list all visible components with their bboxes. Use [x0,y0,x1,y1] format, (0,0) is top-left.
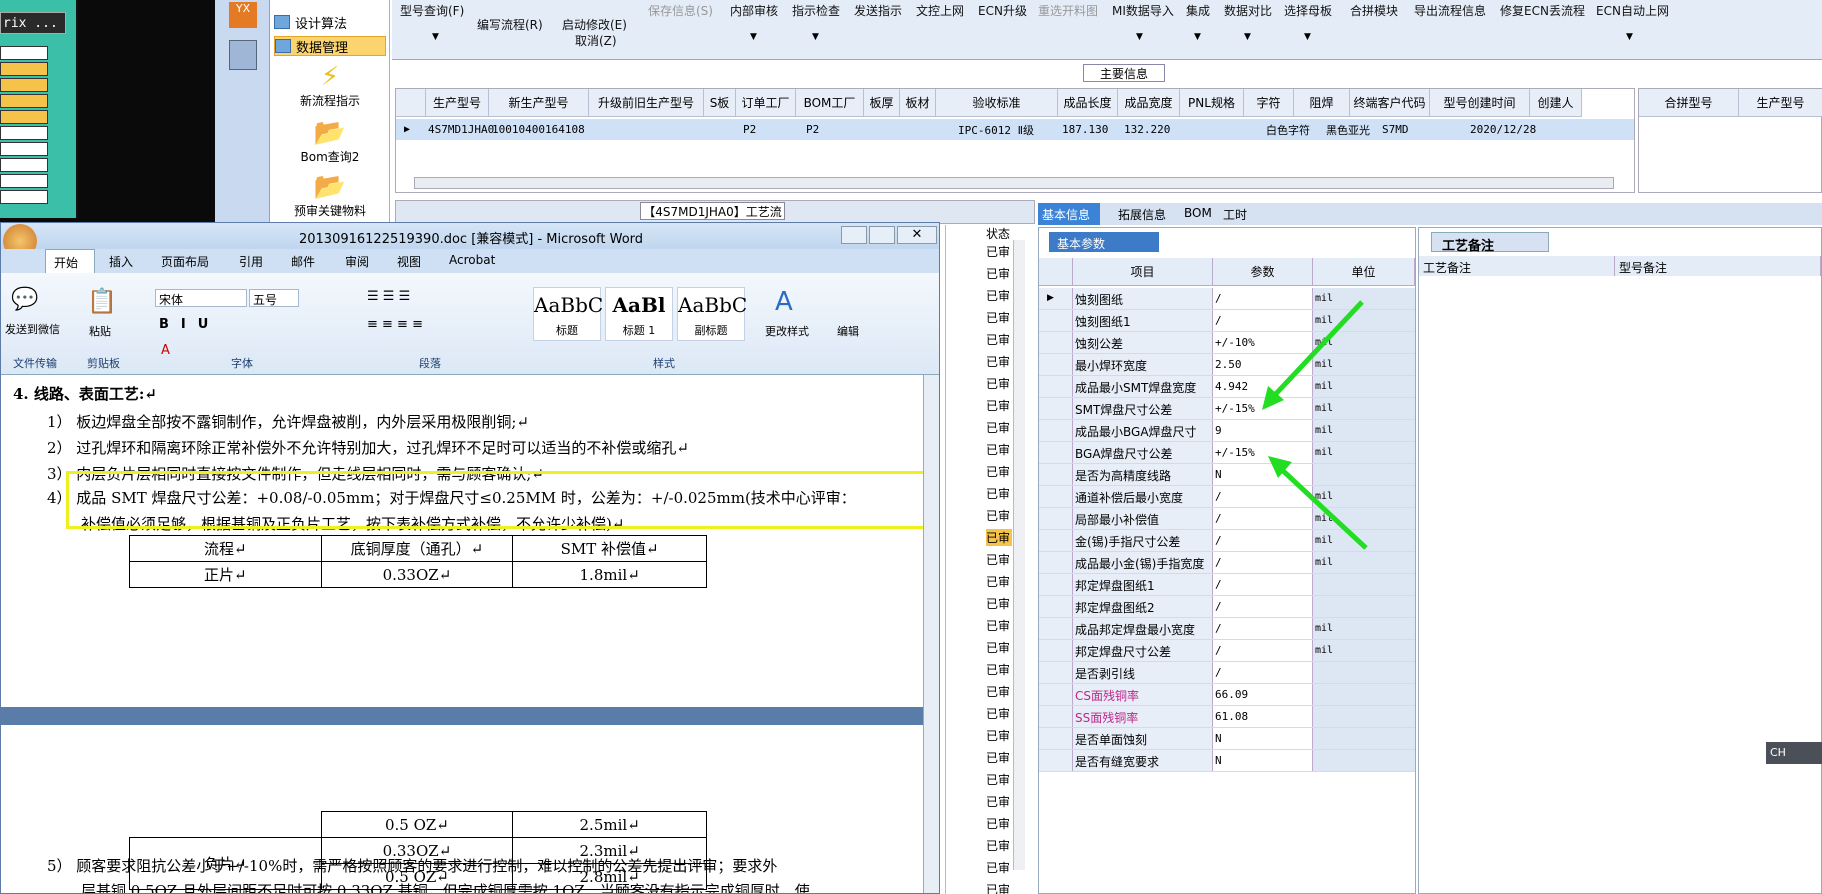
arrow-line [1270,300,1364,400]
arrow-line [1278,466,1368,550]
screen: rix ... YX 设计算法 数据管理 ⚡ 新流程指示 📂 Bom查询2 📂 预审关… [0,0,1822,894]
annotation-arrows [1262,300,1368,550]
